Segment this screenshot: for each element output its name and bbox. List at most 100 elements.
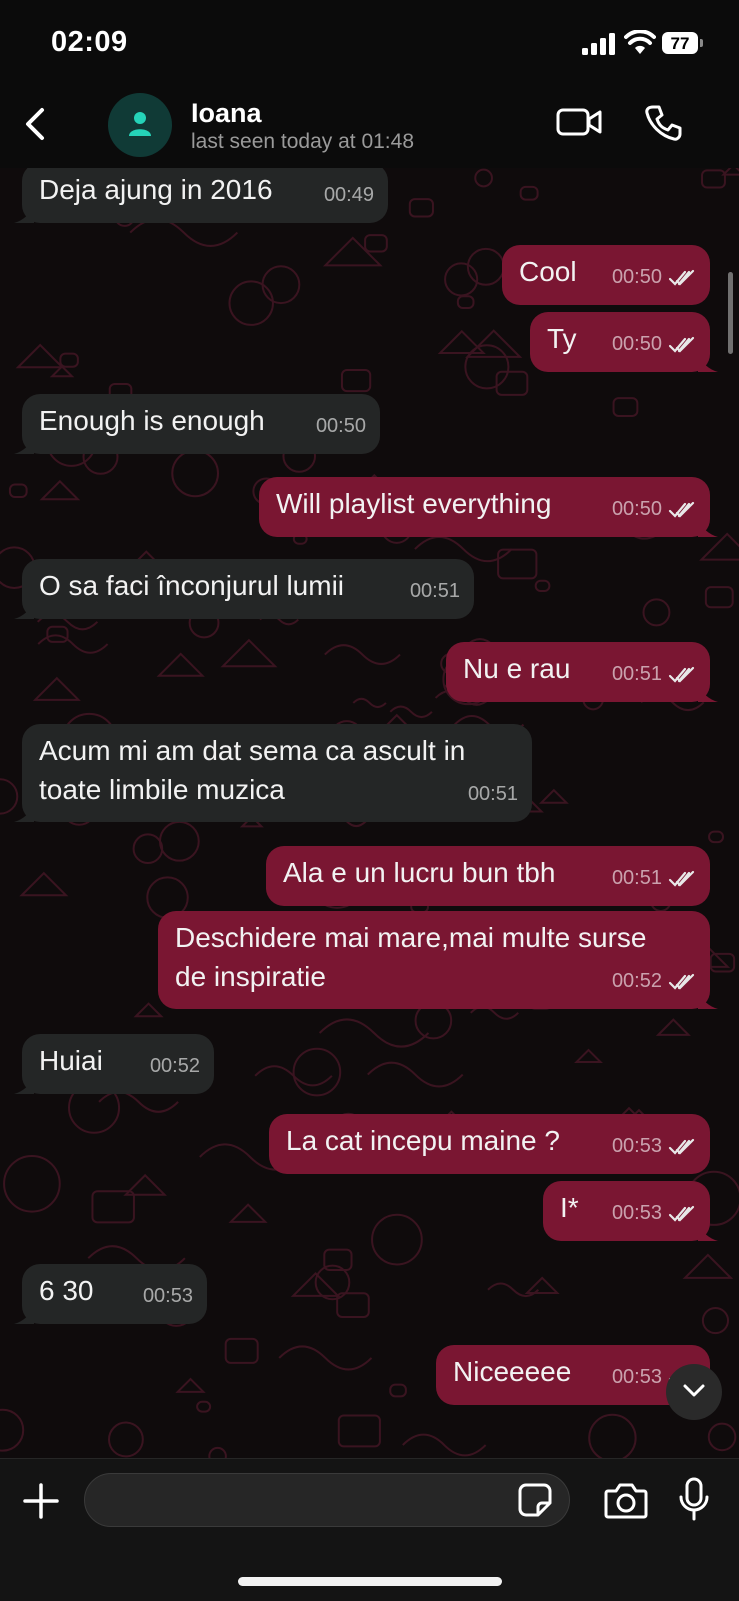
message-time: 00:52 xyxy=(149,1055,200,1077)
message-meta: 00:51 xyxy=(612,655,696,694)
double-check-read-icon xyxy=(668,1138,695,1155)
outgoing-message-bubble[interactable]: La cat incepu maine ? 00:53 xyxy=(269,1114,710,1174)
wallpaper-doodle xyxy=(220,638,278,668)
avatar[interactable] xyxy=(108,93,172,157)
wallpaper-doodle xyxy=(538,788,569,804)
incoming-message-bubble[interactable]: Huiai 00:52 xyxy=(14,1034,214,1094)
wallpaper-doodle xyxy=(15,343,65,369)
wallpaper-doodle xyxy=(524,1276,560,1294)
home-indicator[interactable] xyxy=(238,1577,502,1586)
message-text: Ala e un lucru bun tbh xyxy=(283,853,555,892)
chevron-down-icon xyxy=(683,1384,705,1397)
chevron-left-icon[interactable] xyxy=(20,104,50,144)
incoming-message-bubble[interactable]: 6 30 00:53 xyxy=(14,1264,207,1324)
camera-icon[interactable] xyxy=(604,1481,648,1519)
wallpaper-doodle xyxy=(389,1383,407,1398)
message-line: toate limbile muzica xyxy=(39,774,285,805)
message-time: 00:53 xyxy=(142,1285,193,1307)
message-meta: 00:53 xyxy=(612,1194,696,1233)
bubble-tail xyxy=(698,991,718,1009)
contact-name[interactable]: Ioana xyxy=(191,98,262,129)
scroll-to-bottom-button[interactable] xyxy=(666,1364,722,1420)
composer-bar xyxy=(0,1458,739,1601)
person-icon xyxy=(129,112,151,136)
message-text: O sa faci înconjurul lumii xyxy=(39,566,344,605)
message-input[interactable] xyxy=(84,1473,570,1527)
outgoing-message-bubble[interactable]: Ala e un lucru bun tbh 00:51 xyxy=(266,846,710,906)
message-line: 6 30 xyxy=(39,1275,94,1306)
wallpaper-doodle xyxy=(707,1422,737,1452)
wallpaper-doodle xyxy=(456,295,475,309)
message-line: Niceeeee xyxy=(453,1356,572,1387)
microphone-icon[interactable] xyxy=(678,1477,710,1521)
incoming-message-bubble[interactable]: Enough is enough 00:50 xyxy=(14,394,380,454)
outgoing-message-bubble[interactable]: Deschidere mai mare,mai multe surse de in… xyxy=(158,911,718,1009)
wallpaper-doodle xyxy=(208,1446,227,1458)
incoming-message-bubble[interactable]: Acum mi am dat sema ca ascult in toate li… xyxy=(14,724,532,822)
message-text: Ty xyxy=(547,319,577,358)
wallpaper-doodle xyxy=(437,329,486,354)
wallpaper-doodle xyxy=(39,479,81,501)
message-text: Acum mi am dat sema ca ascult in toate li… xyxy=(39,731,465,809)
wallpaper-doodle xyxy=(466,247,505,286)
bubble-tail xyxy=(698,519,718,537)
message-time: 00:51 xyxy=(409,580,460,602)
message-meta: 00:53 xyxy=(143,1277,193,1316)
message-text: Niceeeee xyxy=(453,1352,571,1391)
message-time: 00:50 xyxy=(611,498,662,520)
video-camera-icon[interactable] xyxy=(556,106,602,138)
message-time: 00:51 xyxy=(611,663,662,685)
message-line: O sa faci înconjurul lumii xyxy=(39,570,345,601)
wallpaper-doodle xyxy=(655,1018,691,1036)
message-meta: 00:51 xyxy=(410,572,460,611)
bubble-tail xyxy=(698,1223,718,1241)
wallpaper-doodle xyxy=(318,1018,430,1048)
bubble-tail xyxy=(14,1076,34,1094)
bubble-tail xyxy=(14,804,34,822)
bubble-tail xyxy=(14,205,34,223)
message-text: 6 30 xyxy=(39,1271,94,1310)
message-time: 00:52 xyxy=(611,970,662,992)
phone-icon[interactable] xyxy=(644,104,682,142)
wallpaper-doodle xyxy=(588,1413,637,1458)
message-text: Enough is enough xyxy=(39,401,265,440)
message-meta: 00:50 xyxy=(612,490,696,529)
wallpaper-doodle xyxy=(642,598,671,627)
message-line: Will playlist everything xyxy=(276,488,552,519)
message-time: 00:50 xyxy=(315,415,366,437)
wallpaper-doodle xyxy=(0,1408,25,1452)
message-time: 00:49 xyxy=(323,184,374,206)
incoming-message-bubble[interactable]: Deja ajung in 2016 00:49 xyxy=(14,168,388,223)
incoming-message-bubble[interactable]: O sa faci înconjurul lumii 00:51 xyxy=(14,559,474,619)
outgoing-message-bubble[interactable]: Ty 00:50 xyxy=(530,312,718,372)
message-meta: 00:50 xyxy=(612,325,696,364)
message-text: La cat incepu maine ? xyxy=(286,1121,560,1160)
bubble-tail xyxy=(14,601,34,619)
outgoing-message-bubble[interactable]: Will playlist everything 00:50 xyxy=(259,477,718,537)
wallpaper-doodle xyxy=(224,1337,259,1364)
scrollbar[interactable] xyxy=(728,272,733,354)
sticker-icon[interactable] xyxy=(518,1483,552,1517)
wallpaper-doodle xyxy=(132,833,164,865)
outgoing-message-bubble[interactable]: Nu e rau 00:51 xyxy=(446,642,718,702)
wallpaper-doodle xyxy=(3,1154,61,1213)
outgoing-message-bubble[interactable]: Cool 00:50 xyxy=(502,245,710,305)
wallpaper-doodle xyxy=(682,1253,734,1279)
battery-indicator: 77 xyxy=(662,32,704,56)
wallpaper-doodle xyxy=(708,830,724,844)
double-check-read-icon xyxy=(668,666,695,683)
message-text: Huiai xyxy=(39,1041,103,1080)
wallpaper-doodle xyxy=(408,198,434,218)
outgoing-message-bubble[interactable]: I* 00:53 xyxy=(543,1181,718,1241)
message-list[interactable]: Deja ajung in 2016 00:49 Cool 00:50 Ty 00:50 E… xyxy=(0,168,739,1458)
plus-icon[interactable] xyxy=(22,1482,60,1520)
message-line: Ty xyxy=(547,323,577,354)
wallpaper-doodle xyxy=(228,280,274,326)
message-text: I* xyxy=(560,1188,579,1227)
wallpaper-doodle xyxy=(228,1203,268,1223)
wifi-icon xyxy=(624,30,656,54)
wallpaper-doodle xyxy=(129,218,239,247)
message-time: 00:50 xyxy=(611,266,662,288)
wallpaper-doodle xyxy=(171,449,220,498)
wallpaper-doodle xyxy=(278,1345,373,1371)
